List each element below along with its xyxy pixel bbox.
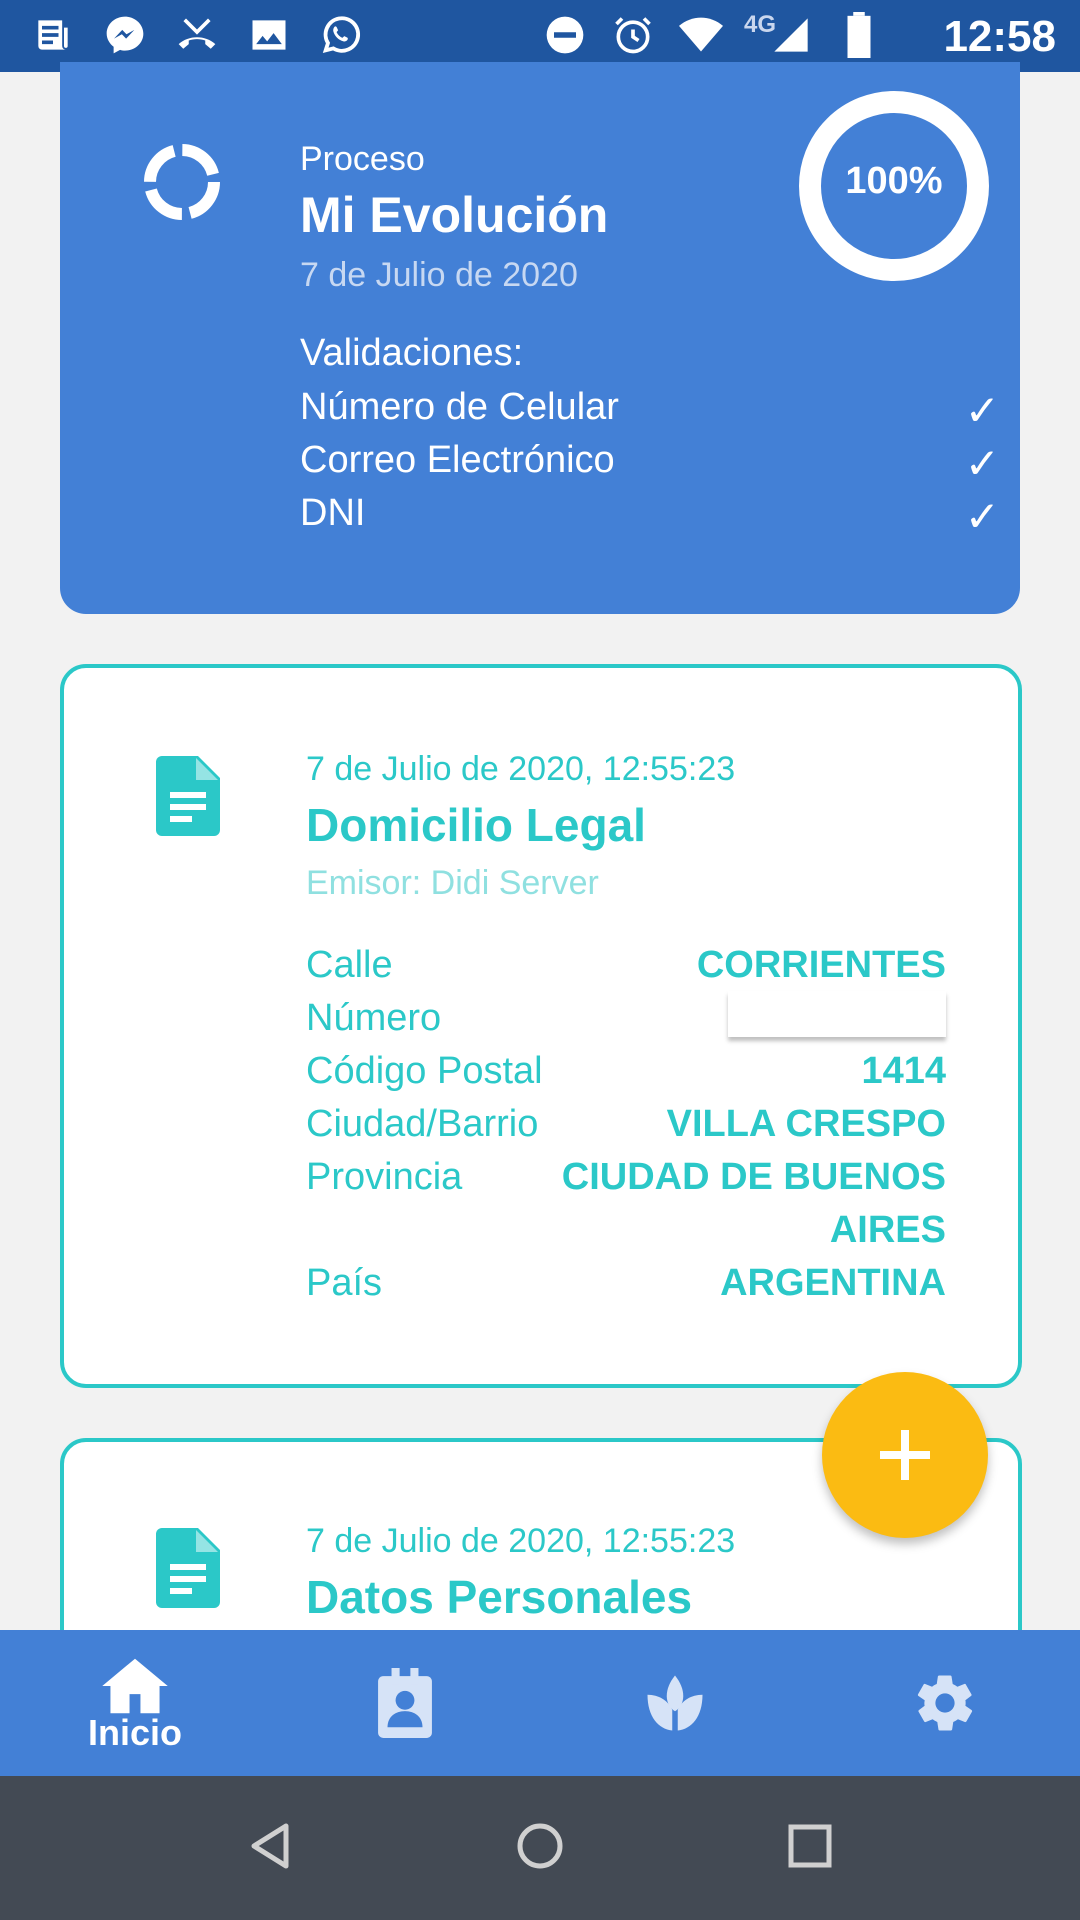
field-value: CORRIENTES (696, 944, 946, 986)
check-icon: ✓ (964, 493, 1000, 540)
home-button-icon[interactable] (510, 1816, 570, 1876)
field-value: VILLA CRESPO (666, 1103, 946, 1145)
image-icon (244, 10, 294, 60)
field-label: Calle (306, 944, 393, 986)
progress-percent: 100% (845, 160, 943, 202)
check-icon: ✓ (964, 440, 1000, 487)
loading-icon (144, 144, 220, 220)
validation-row: Correo Electrónico ✓ (300, 439, 1000, 489)
lotus-icon (647, 1675, 703, 1731)
alarm-icon (608, 10, 658, 60)
field-row: Código Postal 1414 (306, 1050, 946, 1093)
credential-emitter: Emisor: Didi Server (306, 864, 599, 902)
missed-call-icon (172, 10, 222, 60)
field-row: Provincia CIUDAD DE BUENOS (306, 1156, 946, 1199)
badge-icon (378, 1668, 432, 1738)
document-icon (156, 1528, 220, 1608)
back-icon[interactable] (240, 1816, 300, 1876)
gear-icon (917, 1675, 973, 1731)
wifi-icon (676, 10, 726, 60)
plus-icon (880, 1430, 930, 1480)
field-row: País ARGENTINA (306, 1262, 946, 1305)
field-row: Calle CORRIENTES (306, 944, 946, 987)
home-icon (102, 1658, 168, 1714)
validation-label: Número de Celular (300, 386, 619, 428)
whatsapp-icon (316, 10, 366, 60)
recents-icon[interactable] (780, 1816, 840, 1876)
credential-title: Datos Personales (306, 1571, 693, 1623)
clock: 12:58 (943, 12, 1056, 61)
battery-icon (834, 10, 884, 60)
field-label: Provincia (306, 1156, 463, 1198)
field-value: ARGENTINA (720, 1262, 946, 1304)
credential-title: Domicilio Legal (306, 799, 646, 851)
redacted-value (728, 991, 946, 1037)
validation-label: Correo Electrónico (300, 439, 615, 481)
credential-card-domicilio[interactable]: 7 de Julio de 2020, 12:55:23 Domicilio L… (60, 664, 1022, 1388)
field-value: AIRES (829, 1209, 946, 1251)
nav-item-settings[interactable] (810, 1630, 1080, 1776)
field-row: Ciudad/Barrio VILLA CRESPO (306, 1103, 946, 1146)
field-value: 1414 (861, 1050, 946, 1092)
news-icon (28, 10, 78, 60)
validation-label: DNI (300, 492, 366, 534)
process-date: 7 de Julio de 2020 (300, 256, 578, 294)
signal-icon (766, 10, 816, 60)
dnd-icon (540, 10, 590, 60)
process-card[interactable]: Proceso Mi Evolución 7 de Julio de 2020 … (60, 62, 1020, 614)
system-navigation-bar (0, 1776, 1080, 1920)
process-title: Mi Evolución (300, 187, 609, 243)
credential-date: 7 de Julio de 2020, 12:55:23 (306, 750, 736, 788)
validation-row: Número de Celular ✓ (300, 386, 1000, 436)
bottom-navigation: Inicio (0, 1630, 1080, 1776)
add-button[interactable] (822, 1372, 988, 1538)
field-row: Número (306, 991, 946, 1040)
field-label: Código Postal (306, 1050, 543, 1092)
process-label: Proceso (300, 140, 425, 178)
nav-item-credentials[interactable] (270, 1630, 540, 1776)
nav-item-growth[interactable] (540, 1630, 810, 1776)
check-icon: ✓ (964, 387, 1000, 434)
document-icon (156, 756, 220, 836)
messenger-icon (100, 10, 150, 60)
nav-label-inicio: Inicio (87, 1712, 182, 1753)
validations-title: Validaciones: (300, 332, 524, 374)
credential-date: 7 de Julio de 2020, 12:55:23 (306, 1522, 736, 1560)
field-label: Ciudad/Barrio (306, 1103, 539, 1145)
validation-row: DNI ✓ (300, 492, 1000, 542)
nav-item-inicio[interactable]: Inicio (0, 1630, 270, 1776)
field-value: CIUDAD DE BUENOS (561, 1156, 946, 1198)
field-label: Número (306, 997, 442, 1039)
field-label: País (306, 1262, 383, 1304)
